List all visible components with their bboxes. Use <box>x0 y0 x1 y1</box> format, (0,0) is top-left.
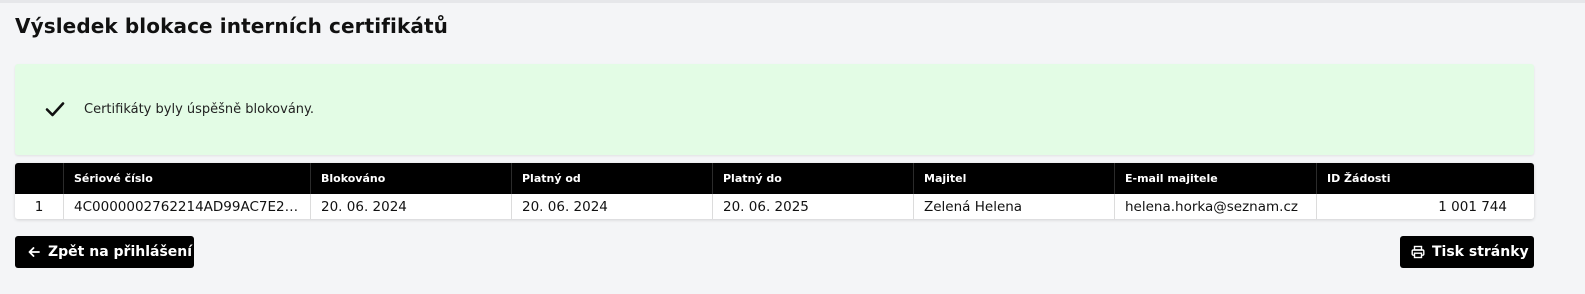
back-to-login-button[interactable]: Zpět na přihlášení <box>15 236 194 268</box>
column-header-serial: Sériové číslo <box>64 163 311 194</box>
arrow-left-icon <box>27 245 41 259</box>
serial-number-text: 4C0000002762214AD99AC7E23F0000000027625 <box>74 198 300 215</box>
column-header-request-id: ID Žádosti <box>1327 172 1391 185</box>
table-header: Sériové číslo Blokováno Platný od Platný… <box>15 163 1534 194</box>
print-page-button[interactable]: Tisk stránky <box>1400 236 1534 268</box>
certificates-table: Sériové číslo Blokováno Platný od Platný… <box>15 163 1534 219</box>
top-divider <box>0 0 1585 3</box>
valid-from-cell: 20. 06. 2024 <box>512 194 713 219</box>
table-row: 1 4C0000002762214AD99AC7E23F000000002762… <box>15 194 1534 219</box>
request-id-cell: 1 001 744 <box>1438 198 1507 215</box>
column-header-owner: Majitel <box>914 163 1115 194</box>
row-index: 1 <box>15 194 64 219</box>
blocked-date-cell: 20. 06. 2024 <box>311 194 512 219</box>
column-header-valid-from: Platný od <box>512 163 713 194</box>
column-header-valid-to: Platný do <box>713 163 914 194</box>
column-header-blocked: Blokováno <box>311 163 512 194</box>
owner-email-cell: helena.horka@seznam.cz <box>1115 194 1317 219</box>
printer-icon <box>1411 245 1425 259</box>
column-header-index <box>15 163 64 194</box>
valid-to-cell: 20. 06. 2025 <box>713 194 914 219</box>
serial-number-cell: 4C0000002762214AD99AC7E23F0000000027625 <box>64 194 311 219</box>
alert-message: Certifikáty byly úspěšně blokovány. <box>84 102 315 117</box>
print-page-label: Tisk stránky <box>1432 244 1529 260</box>
success-alert: Certifikáty byly úspěšně blokovány. <box>15 64 1534 155</box>
checkmark-icon <box>45 101 65 117</box>
page-title: Výsledek blokace interních certifikátů <box>15 14 448 38</box>
back-to-login-label: Zpět na přihlášení <box>48 244 193 260</box>
column-header-owner-email: E-mail majitele <box>1115 163 1317 194</box>
owner-cell: Zelená Helena <box>914 194 1115 219</box>
